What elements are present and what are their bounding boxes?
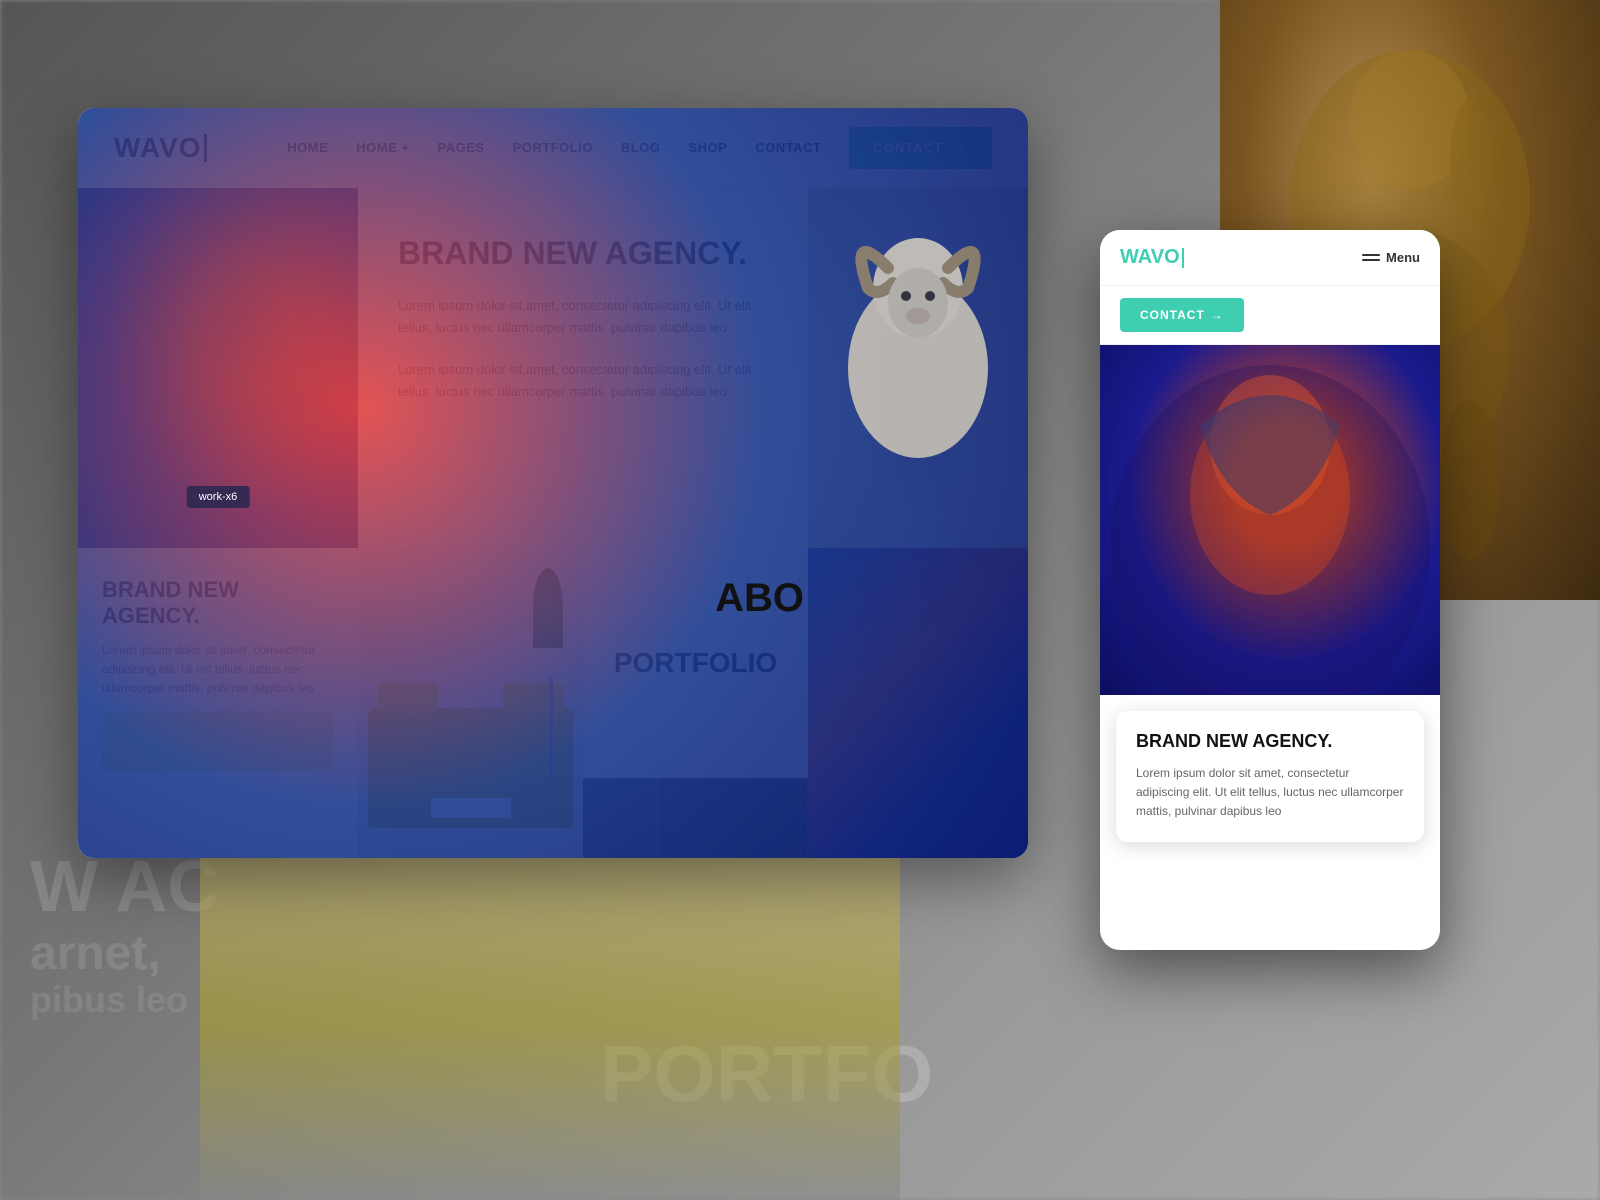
abo-text-overlay: ABO (715, 576, 804, 621)
mobile-menu-label: Menu (1386, 250, 1420, 265)
mobile-logo-cursor (1182, 248, 1184, 268)
hamburger-line-1 (1362, 254, 1380, 256)
mobile-contact-button[interactable]: CONTACT → (1120, 298, 1244, 332)
mobile-card-title: BRAND NEW AGENCY. (1136, 731, 1404, 752)
hamburger-line-2 (1362, 259, 1380, 261)
mobile-mockup: WAVO Menu CONTACT → BRAND NEW AGEN (1100, 230, 1440, 950)
mobile-card-para: Lorem ipsum dolor sit amet, consectetur … (1136, 764, 1404, 822)
mobile-contact-bar: CONTACT → (1100, 286, 1440, 345)
mobile-logo: WAVO (1120, 246, 1184, 269)
mobile-text-card: BRAND NEW AGENCY. Lorem ipsum dolor sit … (1116, 711, 1424, 842)
bottom-right-abstract (808, 548, 1028, 858)
desktop-content-grid: work-x6 BRAND NEW AGENCY. Lorem ipsum do… (78, 188, 1028, 858)
mobile-contact-arrow-icon: → (1211, 308, 1224, 322)
background-text-left: W AC arnet, pibus leo (30, 848, 219, 1020)
background-sofa-large (200, 850, 900, 1200)
hamburger-icon (1362, 254, 1380, 261)
work-badge: work-x6 (187, 486, 250, 508)
mobile-hero-image (1100, 345, 1440, 695)
mobile-menu-button[interactable]: Menu (1362, 250, 1420, 265)
mobile-navbar: WAVO Menu (1100, 230, 1440, 286)
desktop-mockup: WAVO HOME HOME + PAGES PORTFOLIO BLOG SH… (78, 108, 1028, 858)
